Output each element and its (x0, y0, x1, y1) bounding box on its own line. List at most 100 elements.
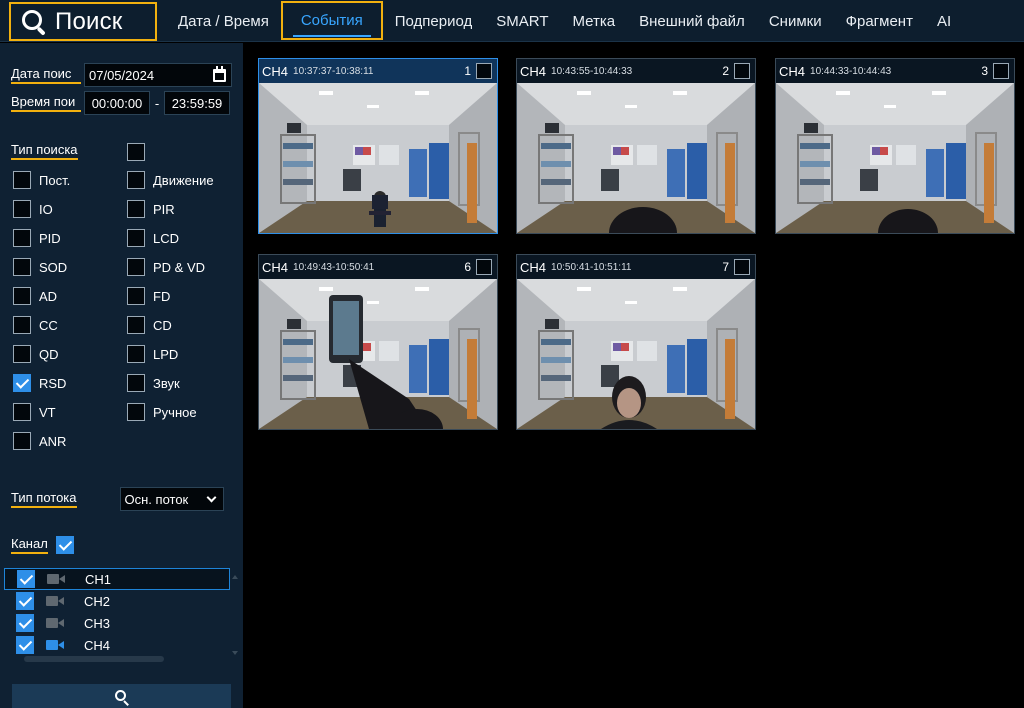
event-type-label: Движение (153, 172, 214, 188)
event-type-lcd[interactable]: LCD (127, 229, 179, 247)
tab-fragment[interactable]: Фрагмент (834, 0, 925, 42)
event-type-label: FD (153, 288, 171, 304)
event-type-pir[interactable]: PIR (127, 200, 175, 218)
tab-tag[interactable]: Метка (561, 0, 628, 42)
event-type-checkbox[interactable] (127, 287, 145, 305)
thumbnail-header: CH4 10:49:43-10:50:41 6 (259, 255, 497, 279)
event-type-checkbox[interactable] (127, 316, 145, 334)
search-icon (21, 9, 47, 36)
event-type-anr[interactable]: ANR (13, 432, 66, 450)
channel-row-ch1[interactable]: CH1 (4, 568, 230, 590)
thumbnail-preview-image[interactable] (517, 83, 755, 233)
event-type-checkbox[interactable] (13, 229, 31, 247)
tab-snapshots[interactable]: Снимки (757, 0, 834, 42)
thumbnail-preview-image[interactable] (776, 83, 1014, 233)
event-type-cc[interactable]: CC (13, 316, 58, 334)
event-type-checkbox[interactable] (127, 171, 145, 189)
channel-list-vertical-scroll[interactable] (232, 575, 238, 655)
event-type-lpd[interactable]: LPD (127, 345, 178, 363)
channel-row-ch2[interactable]: CH2 (4, 590, 230, 612)
chevron-down-icon (206, 492, 216, 503)
channel-list-scrollbar[interactable] (24, 656, 164, 662)
channel-checkbox[interactable] (16, 592, 34, 610)
event-type-checkbox[interactable] (127, 229, 145, 247)
time-separator: - (154, 95, 160, 111)
event-type-ad[interactable]: AD (13, 287, 57, 305)
tab-ai[interactable]: AI (925, 0, 963, 42)
thumbnail-checkbox[interactable] (993, 63, 1009, 79)
channel-list: CH1 CH2 CH3 CH4 (4, 568, 230, 664)
event-type-checkbox[interactable] (13, 316, 31, 334)
event-type-label: PIR (153, 201, 175, 217)
event-type-fd[interactable]: FD (127, 287, 170, 305)
event-type-qd[interactable]: QD (13, 345, 59, 363)
event-type-checkbox[interactable] (127, 374, 145, 392)
event-type-checkbox[interactable] (13, 374, 31, 392)
thumbnail-preview-image[interactable] (259, 83, 497, 233)
event-type-checkbox[interactable] (13, 258, 31, 276)
search-type-label: Тип поиска (11, 142, 78, 160)
event-type-pid[interactable]: PID (13, 229, 61, 247)
stream-row: Тип потока Осн. поток (11, 487, 224, 511)
event-type-движение[interactable]: Движение (127, 171, 214, 189)
time-end-input[interactable]: 23:59:59 (164, 91, 230, 115)
channel-row-ch3[interactable]: CH3 (4, 612, 230, 634)
event-type-checkbox[interactable] (13, 287, 31, 305)
event-type-io[interactable]: IO (13, 200, 53, 218)
event-type-checkbox[interactable] (13, 200, 31, 218)
thumbnail-checkbox[interactable] (476, 259, 492, 275)
time-start-input[interactable]: 00:00:00 (84, 91, 150, 115)
event-type-rsd[interactable]: RSD (13, 374, 66, 392)
result-thumbnail[interactable]: CH4 10:50:41-10:51:11 7 (516, 254, 756, 430)
select-all-channels-checkbox[interactable] (55, 536, 74, 554)
channel-label-ch1: CH1 (85, 571, 112, 587)
thumbnail-checkbox[interactable] (734, 259, 750, 275)
calendar-icon[interactable] (213, 66, 226, 82)
thumbnail-header: CH4 10:43:55-10:44:33 2 (517, 59, 755, 83)
event-type-звук[interactable]: Звук (127, 374, 180, 392)
event-type-cd[interactable]: CD (127, 316, 172, 334)
event-type-checkbox[interactable] (127, 345, 145, 363)
channel-checkbox[interactable] (16, 636, 34, 654)
event-type-checkbox[interactable] (127, 258, 145, 276)
event-type-pd-vd[interactable]: PD & VD (127, 258, 205, 276)
event-type-ручное[interactable]: Ручное (127, 403, 197, 421)
event-type-пост-[interactable]: Пост. (13, 171, 70, 189)
result-thumbnail[interactable]: CH4 10:37:37-10:38:11 1 (258, 58, 498, 234)
select-all-types-checkbox[interactable] (127, 143, 145, 161)
channel-checkbox[interactable] (17, 570, 35, 588)
date-input[interactable]: 07/05/2024 (84, 63, 232, 87)
result-thumbnail[interactable]: CH4 10:49:43-10:50:41 6 (258, 254, 498, 430)
tab-date-time[interactable]: Дата / Время (166, 0, 281, 42)
event-type-label: PD & VD (153, 259, 206, 275)
result-thumbnail[interactable]: CH4 10:43:55-10:44:33 2 (516, 58, 756, 234)
event-type-label: PID (39, 230, 61, 246)
thumbnail-preview-image[interactable] (517, 279, 755, 429)
event-type-checkbox[interactable] (13, 403, 31, 421)
tab-external-file[interactable]: Внешний файл (627, 0, 757, 42)
search-button[interactable] (12, 684, 231, 708)
result-thumbnail[interactable]: CH4 10:44:33-10:44:43 3 (775, 58, 1015, 234)
event-type-label: Пост. (39, 172, 71, 188)
channel-label-ch2: CH2 (84, 593, 111, 609)
thumbnail-checkbox[interactable] (476, 63, 492, 79)
event-type-checkbox[interactable] (127, 200, 145, 218)
tab-subperiod[interactable]: Подпериод (383, 0, 485, 42)
page-title: Поиск (55, 7, 123, 35)
event-type-checkbox[interactable] (13, 432, 31, 450)
event-type-vt[interactable]: VT (13, 403, 56, 421)
tab-events[interactable]: События (280, 1, 383, 40)
stream-select[interactable]: Осн. поток (119, 487, 224, 511)
channel-checkbox[interactable] (16, 614, 34, 632)
event-type-sod[interactable]: SOD (13, 258, 67, 276)
channel-row-ch4[interactable]: CH4 (4, 634, 230, 656)
event-type-checkbox[interactable] (127, 403, 145, 421)
thumbnail-preview-image[interactable] (259, 279, 497, 429)
thumbnail-time-range: 10:50:41-10:51:11 (551, 261, 632, 273)
thumbnail-checkbox[interactable] (734, 63, 750, 79)
event-type-checkbox[interactable] (13, 171, 31, 189)
camera-active-icon (46, 640, 64, 650)
tab-smart[interactable]: SMART (484, 0, 560, 42)
event-type-checkbox[interactable] (13, 345, 31, 363)
search-sidebar: Дата поис 07/05/2024 Время пои 00:00:00 … (0, 43, 243, 708)
